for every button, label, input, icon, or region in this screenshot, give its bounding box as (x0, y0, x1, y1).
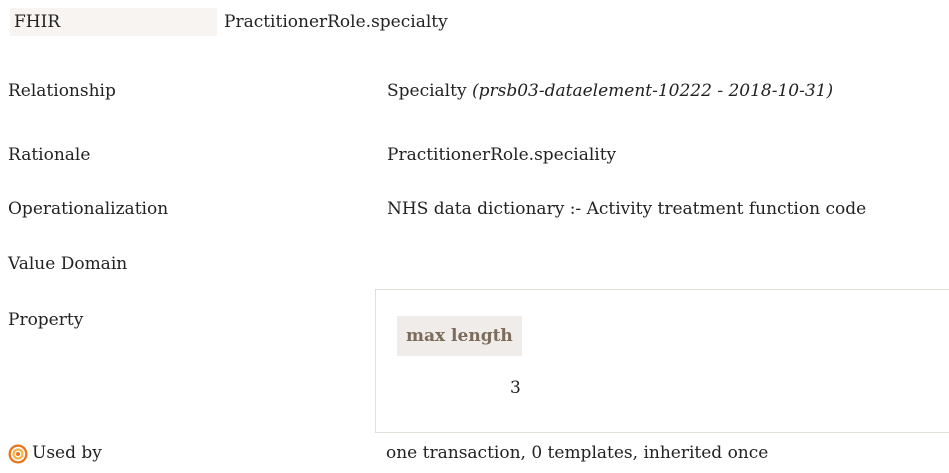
fhir-label: FHIR (10, 8, 217, 36)
property-header-max-length: max length (397, 316, 522, 356)
relationship-ref[interactable]: (prsb03-dataelement-10222 - 2018-10-31) (472, 81, 833, 101)
target-icon (8, 444, 28, 464)
operationalization-label: Operationalization (8, 199, 169, 219)
operationalization-value: NHS data dictionary :- Activity treatmen… (387, 199, 867, 219)
value-domain-label: Value Domain (8, 254, 128, 274)
relationship-label: Relationship (8, 81, 116, 101)
rationale-value: PractitionerRole.speciality (387, 145, 617, 165)
rationale-label: Rationale (8, 145, 91, 165)
relationship-value: Specialty (prsb03-dataelement-10222 - 20… (387, 81, 833, 101)
property-table: max length 3 (375, 289, 949, 433)
relationship-name: Specialty (387, 81, 467, 101)
used-by-label: Used by (32, 443, 102, 463)
used-by-value[interactable]: one transaction, 0 templates, inherited … (386, 443, 768, 463)
fhir-value: PractitionerRole.specialty (224, 12, 448, 32)
property-label: Property (8, 310, 84, 330)
property-value-max-length: 3 (510, 378, 521, 398)
